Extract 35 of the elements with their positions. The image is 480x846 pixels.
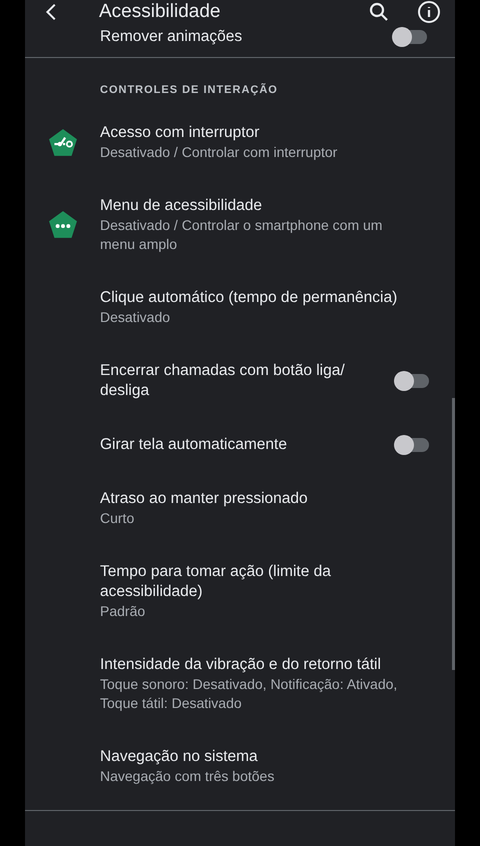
setting-title: Remover animações <box>100 26 244 46</box>
setting-summary: Toque sonoro: Desativado, Notificação: Ativado, Toque tátil: Desativado <box>100 675 398 713</box>
settings-row[interactable]: Menu de acessibilidade Desativado / Controlar o smartphone com um menu amplo <box>25 179 455 271</box>
setting-title: Navegação no sistema <box>100 747 259 767</box>
settings-row[interactable]: Encerrar chamadas com botão liga/ desliga <box>25 344 455 418</box>
section-header: CONTROLES DE INTERAÇÃO <box>99 82 279 98</box>
setting-summary: Desativado / Controlar o smartphone com um menu amplo <box>100 216 384 254</box>
setting-summary: Curto <box>100 509 136 528</box>
setting-title: Girar tela automaticamente <box>100 435 288 455</box>
accessibility-menu-icon <box>48 210 78 240</box>
toggle-switch[interactable] <box>393 30 427 44</box>
setting-title: Encerrar chamadas com botão liga/ desliga <box>100 361 346 401</box>
toggle-switch[interactable] <box>395 374 429 388</box>
settings-row[interactable]: Tempo para tomar ação (limite da acessibilidade) Padrão <box>25 545 455 638</box>
setting-title: Atraso ao manter pressionado <box>100 489 309 509</box>
screen-title: Acessibilidade <box>99 1 222 23</box>
setting-summary: Desativado <box>100 308 172 327</box>
switch-access-icon <box>48 128 78 158</box>
toggle-switch[interactable] <box>395 438 429 452</box>
setting-title: Acesso com interruptor <box>100 123 260 143</box>
settings-row[interactable]: Remover animações <box>25 24 455 57</box>
setting-summary: Padrão <box>100 602 146 621</box>
setting-summary: Desativado / Controlar com interruptor <box>100 143 338 162</box>
setting-title: Clique automático (tempo de permanência) <box>100 288 398 308</box>
settings-row[interactable]: Navegação no sistema Navegação com três botões <box>25 730 455 803</box>
settings-row[interactable]: Intensidade da vibração e do retorno tátil Toque sonoro: Desativado, Notificação: Ativado, Toque tátil: Desativado <box>25 638 455 730</box>
setting-title: Tempo para tomar ação (limite da acessibilidade) <box>100 562 332 602</box>
setting-title: Intensidade da vibração e do retorno tátil <box>100 655 382 675</box>
settings-row[interactable]: Girar tela automaticamente <box>25 418 455 472</box>
setting-title: Menu de acessibilidade <box>100 196 263 216</box>
settings-row[interactable]: Atraso ao manter pressionado Curto <box>25 472 455 545</box>
setting-summary: Navegação com três botões <box>100 767 276 786</box>
info-icon[interactable] <box>417 0 441 24</box>
settings-row[interactable]: Clique automático (tempo de permanência) Desativado <box>25 271 455 344</box>
settings-row[interactable]: Acesso com interruptor Desativado / Controlar com interruptor <box>25 106 455 179</box>
